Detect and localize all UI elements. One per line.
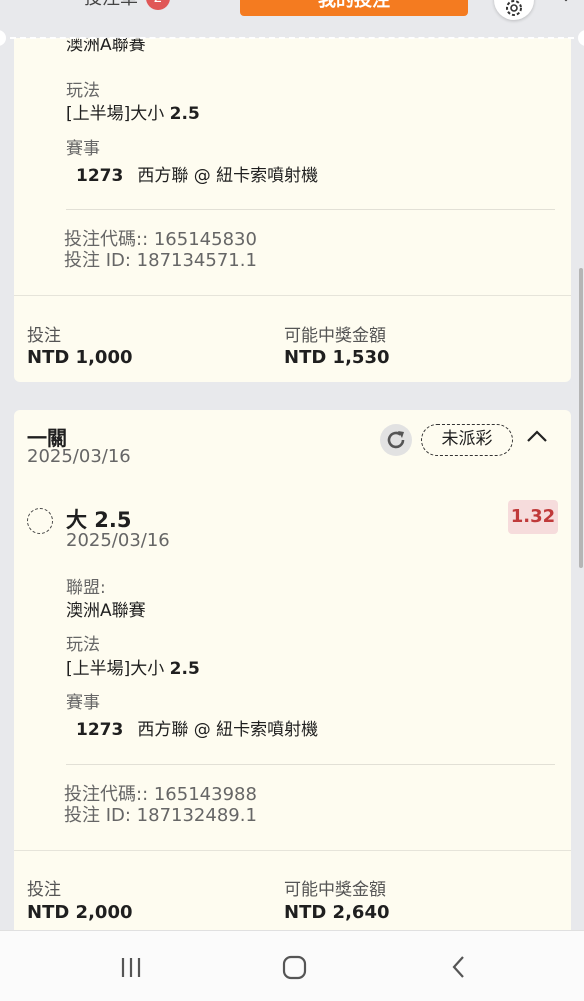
divider [14, 295, 571, 296]
status-badge: 未派彩 [421, 424, 513, 456]
divider [66, 764, 555, 765]
payout-value: NTD 1,530 [284, 347, 390, 368]
divider [14, 850, 571, 851]
bet-id: 投注 ID: 187132489.1 [64, 805, 257, 826]
event-value: 1273 西方聯 @ 紐卡索噴射機 [76, 720, 319, 740]
chevron-up-icon[interactable] [525, 428, 549, 444]
chevron-down-icon[interactable] [558, 0, 574, 4]
payout-value: NTD 2,640 [284, 902, 390, 923]
back-icon [452, 956, 464, 978]
event-label: 賽事 [66, 139, 100, 159]
system-nav-bar [0, 930, 584, 1001]
stake-label: 投注 [27, 880, 61, 900]
market-value: [上半場]大小 2.5 [66, 659, 200, 679]
league-label: 聯盟: [66, 578, 106, 598]
bet-card-1: 澳洲A聯賽 玩法 [上半場]大小 2.5 賽事 1273 西方聯 @ 紐卡索噴射機… [14, 38, 571, 382]
settings-button[interactable] [494, 0, 534, 20]
refresh-button[interactable] [380, 424, 412, 456]
market-label: 玩法 [66, 635, 100, 655]
event-label: 賽事 [66, 693, 100, 713]
stake-label: 投注 [27, 326, 61, 346]
bet-code: 投注代碼:: 165143988 [64, 784, 257, 805]
home-icon [282, 955, 307, 980]
bet-date: 2025/03/16 [27, 446, 131, 467]
market-value: [上半場]大小 2.5 [66, 104, 200, 124]
league-value: 澳洲A聯賽 [66, 601, 146, 621]
bet-card-2: 一關 2025/03/16 未派彩 大 2.5 2025/03/16 1.32 … [14, 410, 571, 940]
recent-apps-button[interactable] [92, 931, 172, 1001]
payout-label: 可能中獎金額 [284, 326, 386, 346]
recent-apps-icon [121, 958, 141, 977]
selection-radio[interactable] [27, 508, 53, 534]
back-button[interactable] [418, 931, 498, 1001]
bet-code: 投注代碼:: 165145830 [64, 229, 257, 250]
my-bets-button[interactable]: 我的投注 [240, 0, 468, 16]
home-button[interactable] [254, 931, 334, 1001]
stake-value: NTD 1,000 [27, 347, 133, 368]
betslip-count-badge: 2 [146, 0, 170, 10]
ticket-separator [0, 30, 584, 46]
gear-icon [506, 0, 522, 16]
market-label: 玩法 [66, 81, 100, 101]
refresh-icon [387, 431, 405, 449]
selection-date: 2025/03/16 [66, 530, 170, 551]
stake-value: NTD 2,000 [27, 902, 133, 923]
divider [66, 209, 555, 210]
event-value: 1273 西方聯 @ 紐卡索噴射機 [76, 166, 319, 186]
scrollbar[interactable] [579, 268, 583, 568]
odds-badge: 1.32 [508, 500, 558, 534]
bet-id: 投注 ID: 187134571.1 [64, 250, 257, 271]
betslip-tab[interactable]: 投注單 [84, 0, 138, 10]
payout-label: 可能中獎金額 [284, 880, 386, 900]
